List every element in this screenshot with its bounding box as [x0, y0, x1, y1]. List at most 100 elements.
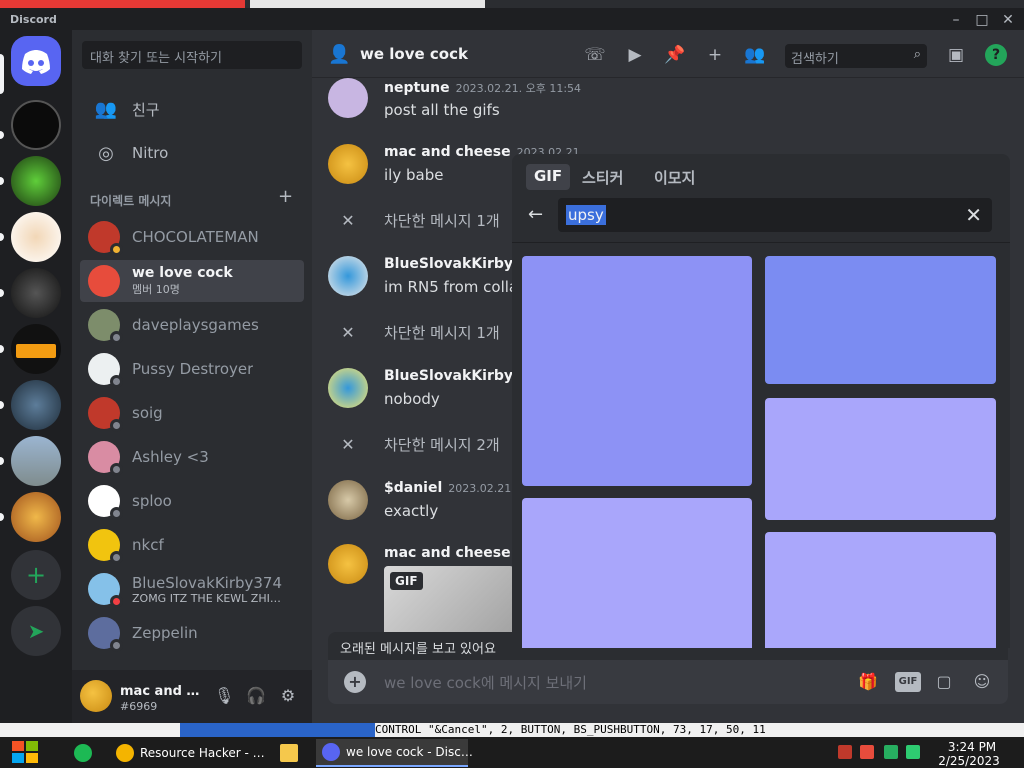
user-avatar[interactable]	[80, 680, 112, 712]
search-icon: ⌕	[913, 47, 921, 62]
gift-icon[interactable]: 🎁	[856, 671, 880, 693]
app-title: Discord	[10, 13, 57, 26]
author-name[interactable]: neptune	[384, 80, 450, 96]
dm-item-daveplaysgames[interactable]: daveplaysgames	[80, 304, 304, 346]
dm-search-input[interactable]: 대화 찾기 또는 시작하기	[82, 41, 302, 69]
notification-flag-icon[interactable]	[838, 745, 852, 759]
home-button[interactable]	[11, 36, 61, 86]
close-icon: ✕	[341, 210, 355, 230]
author-name[interactable]: mac and cheese	[384, 144, 511, 160]
unread-pip	[0, 177, 4, 185]
file-explorer-icon[interactable]	[274, 739, 304, 767]
voice-call-icon[interactable]: ☏	[584, 44, 606, 66]
gif-result[interactable]	[522, 498, 752, 648]
message-input[interactable]: we love cock에 메시지 보내기	[384, 672, 587, 693]
spotify-taskbar-icon[interactable]	[68, 739, 98, 767]
tab-gif[interactable]: GIF	[526, 164, 571, 190]
volume-icon[interactable]	[906, 745, 920, 759]
taskbar-app-discord[interactable]: we love cock - Disc…	[316, 739, 473, 767]
message-avatar[interactable]	[328, 78, 368, 118]
message-author[interactable]: BlueSlovakKirby37	[384, 368, 533, 384]
author-name[interactable]: $daniel	[384, 480, 442, 496]
explore-icon[interactable]: ➤	[11, 606, 61, 656]
server-icon-8[interactable]	[11, 492, 61, 542]
group-dm-icon: 👤	[328, 44, 351, 65]
inbox-icon[interactable]: ▣	[945, 44, 967, 66]
author-name[interactable]: BlueSlovakKirby37	[384, 256, 533, 272]
dm-item-zeppelin[interactable]: Zeppelin	[80, 612, 304, 654]
dm-item-pussy-destroyer[interactable]: Pussy Destroyer	[80, 348, 304, 390]
help-icon[interactable]: ?	[985, 44, 1007, 66]
friends-nav[interactable]: 👥 친구	[80, 88, 304, 130]
dm-name: we love cock	[132, 265, 233, 281]
minimize-icon[interactable]: –	[948, 12, 964, 28]
maximize-icon[interactable]: □	[974, 12, 990, 28]
network-icon[interactable]	[884, 745, 898, 759]
add-attachment-icon[interactable]: +	[344, 671, 366, 693]
message-composer: + we love cock에 메시지 보내기 🎁 GIF ▢ ☺	[328, 660, 1008, 704]
tab-sticker[interactable]: 스티커	[574, 164, 631, 190]
dm-item-blueslovakkirby374[interactable]: BlueSlovakKirby374 ZOMG ITZ THE KEWL ZHI…	[80, 568, 304, 610]
add-server-icon[interactable]: +	[11, 550, 61, 600]
add-member-icon[interactable]: +	[704, 44, 726, 66]
gif-button[interactable]: GIF	[895, 672, 921, 692]
dm-name: Pussy Destroyer	[132, 360, 254, 378]
gif-result[interactable]	[765, 532, 996, 648]
sticker-icon[interactable]: ▢	[932, 671, 956, 693]
message-avatar[interactable]	[328, 256, 368, 296]
emoji-icon[interactable]: ☺	[970, 671, 994, 693]
header-search-input[interactable]: 검색하기 ⌕	[785, 44, 927, 68]
gear-icon[interactable]: ⚙	[278, 686, 298, 706]
message-avatar[interactable]	[328, 544, 368, 584]
gif-result[interactable]	[522, 256, 752, 486]
tray-flag-icon[interactable]	[860, 745, 874, 759]
pin-icon[interactable]: 📌	[664, 44, 686, 66]
server-icon-4[interactable]	[11, 268, 61, 318]
status-idle	[110, 243, 123, 256]
taskbar-app-resource-hacker[interactable]: Resource Hacker - …	[110, 739, 265, 767]
unread-pip	[0, 131, 4, 139]
server-icon-7[interactable]	[11, 436, 61, 486]
dm-item-we-love-cock[interactable]: we love cock 멤버 10명	[80, 260, 304, 302]
dm-name: Ashley <3	[132, 448, 209, 466]
message-avatar[interactable]	[328, 144, 368, 184]
clock-date[interactable]: 2/25/2023	[936, 754, 1002, 768]
dm-item-sploo[interactable]: sploo	[80, 480, 304, 522]
member-list-icon[interactable]: 👥	[744, 44, 766, 66]
dm-item-chocolateman[interactable]: CHOCOLATEMAN	[80, 216, 304, 258]
gif-search-input[interactable]: upsy ✕	[558, 198, 992, 232]
status-offline	[110, 419, 123, 432]
server-icon-6[interactable]	[11, 380, 61, 430]
gif-result[interactable]	[765, 256, 996, 384]
start-button[interactable]	[8, 739, 42, 765]
add-dm-icon[interactable]: +	[278, 186, 294, 207]
server-icon-5[interactable]	[11, 324, 61, 374]
server-icon-2[interactable]	[11, 156, 61, 206]
headphones-icon[interactable]: 🎧	[246, 686, 266, 706]
author-name[interactable]: BlueSlovakKirby37	[384, 368, 533, 384]
tab-emoji[interactable]: 이모지	[646, 164, 703, 190]
message-author[interactable]: mac and cheese2	[384, 545, 524, 561]
clock-time[interactable]: 3:24 PM	[944, 740, 1000, 754]
microphone-icon[interactable]: 🎙	[214, 686, 234, 706]
message-author[interactable]: neptune 2023.02.21. 오후 11:54	[384, 80, 581, 96]
message-author[interactable]: BlueSlovakKirby37	[384, 256, 533, 272]
video-call-icon[interactable]: ▶	[624, 44, 646, 66]
nitro-nav[interactable]: ◎ Nitro	[80, 132, 304, 174]
dm-item-soig[interactable]: soig	[80, 392, 304, 434]
clear-icon[interactable]: ✕	[965, 203, 982, 227]
dm-item-nkcf[interactable]: nkcf	[80, 524, 304, 566]
message-avatar[interactable]	[328, 480, 368, 520]
message-author[interactable]: $daniel 2023.02.21.	[384, 480, 515, 496]
author-name[interactable]: mac and cheese	[384, 545, 511, 561]
gif-badge: GIF	[390, 572, 423, 590]
avatar	[88, 617, 123, 652]
close-icon[interactable]: ✕	[1000, 12, 1016, 28]
server-icon-1[interactable]	[11, 100, 61, 150]
gif-result[interactable]	[765, 398, 996, 520]
server-icon-3[interactable]	[11, 212, 61, 262]
message-avatar[interactable]	[328, 368, 368, 408]
avatar	[88, 353, 123, 388]
back-arrow-icon[interactable]: ←	[528, 204, 543, 225]
dm-item-ashley[interactable]: Ashley <3	[80, 436, 304, 478]
